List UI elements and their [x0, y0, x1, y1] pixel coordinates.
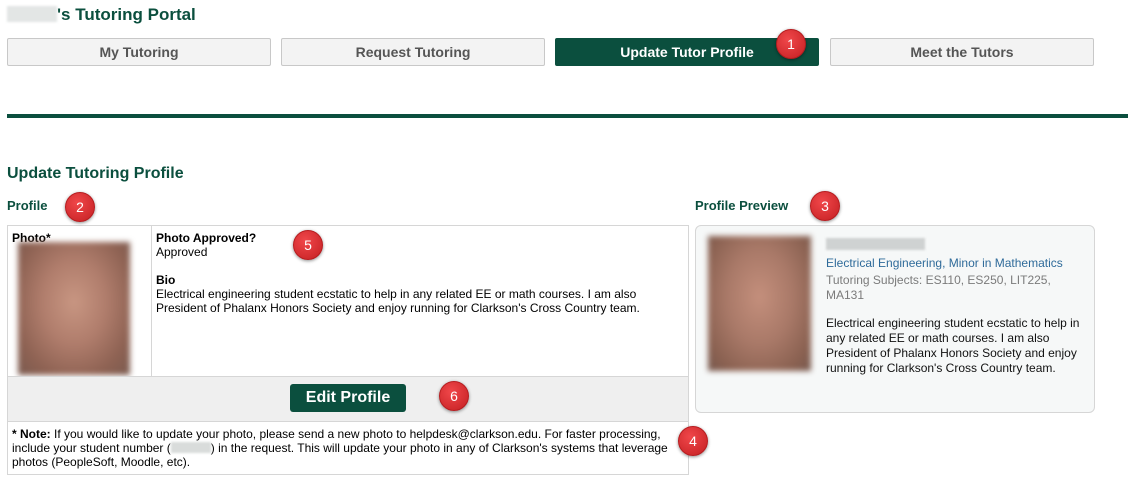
- portal-title: 's Tutoring Portal: [7, 5, 196, 25]
- note-prefix: * Note:: [12, 427, 51, 441]
- portal-title-text: 's Tutoring Portal: [57, 5, 196, 24]
- profile-photo: [18, 242, 130, 375]
- tab-meet-the-tutors[interactable]: Meet the Tutors: [830, 38, 1094, 66]
- annotation-badge-3: 3: [810, 191, 840, 221]
- tab-request-tutoring[interactable]: Request Tutoring: [281, 38, 545, 66]
- photo-cell: Photo*: [8, 226, 152, 376]
- annotation-badge-4: 4: [678, 426, 708, 456]
- bio-label: Bio: [156, 273, 176, 287]
- header-divider: [7, 114, 1128, 118]
- annotation-badge-5: 5: [293, 230, 323, 260]
- annotation-badge-2: 2: [65, 192, 95, 222]
- profile-label: Profile: [7, 198, 48, 213]
- tab-my-tutoring[interactable]: My Tutoring: [7, 38, 271, 66]
- preview-bio: Electrical engineering student ecstatic …: [826, 316, 1080, 375]
- page-title: Update Tutoring Profile: [7, 165, 184, 182]
- profile-preview-label: Profile Preview: [695, 198, 789, 213]
- preview-photo: [708, 236, 811, 371]
- profile-preview-card: Electrical Engineering, Minor in Mathema…: [695, 225, 1095, 413]
- profile-info: Photo Approved? Approved Bio Electrical …: [156, 231, 676, 315]
- edit-profile-button[interactable]: Edit Profile: [290, 384, 406, 412]
- annotation-badge-6: 6: [439, 381, 469, 411]
- photo-approved-value: Approved: [156, 245, 208, 259]
- profile-panel: Photo* Photo Approved? Approved Bio Elec…: [7, 225, 689, 475]
- bio-text: Electrical engineering student ecstatic …: [156, 287, 640, 315]
- preview-subjects: Tutoring Subjects: ES110, ES250, LIT225,…: [826, 273, 1051, 302]
- annotation-badge-1: 1: [776, 29, 806, 59]
- redacted-name: [7, 6, 57, 22]
- redacted-student-number: [170, 442, 211, 453]
- preview-major: Electrical Engineering, Minor in Mathema…: [826, 256, 1063, 270]
- redacted-tutor-name: [826, 238, 925, 250]
- photo-approved-label: Photo Approved?: [156, 231, 257, 245]
- edit-row: Edit Profile: [8, 376, 688, 422]
- photo-note: * Note: If you would like to update your…: [12, 427, 688, 469]
